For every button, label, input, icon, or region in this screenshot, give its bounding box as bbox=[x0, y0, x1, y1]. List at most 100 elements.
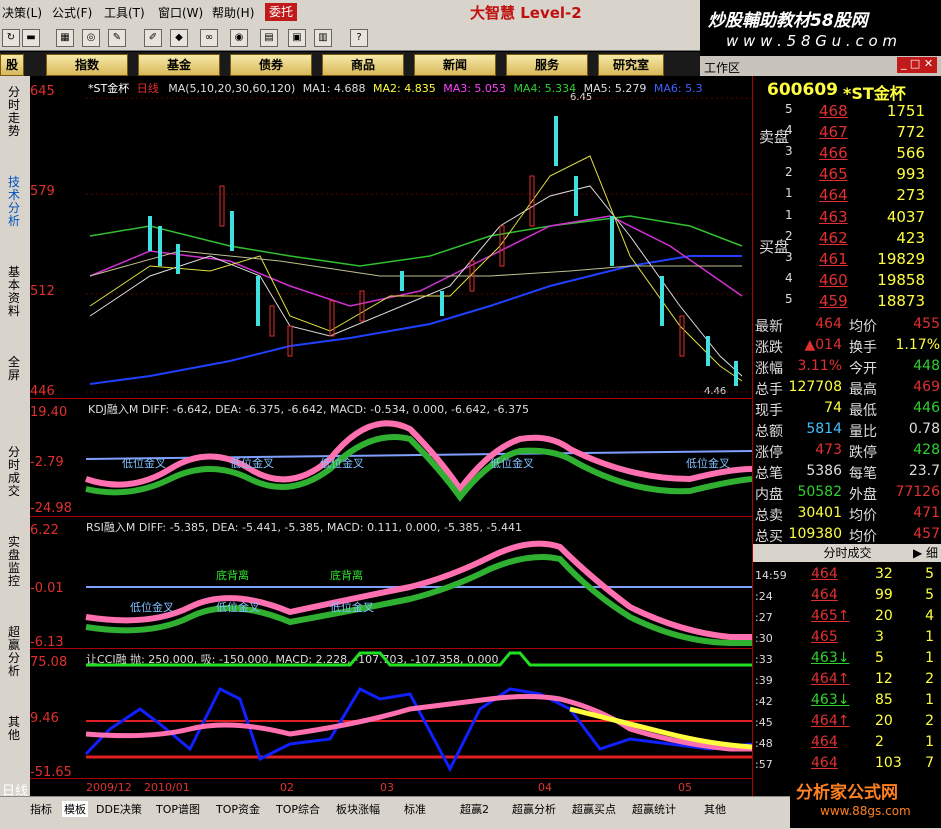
tab-ticks[interactable]: 分时成交 bbox=[8, 446, 22, 498]
btab-dde[interactable]: DDE决策 bbox=[96, 801, 142, 817]
btab-top-composite[interactable]: TOP综合 bbox=[276, 801, 320, 817]
tick-price: 464 bbox=[811, 755, 838, 771]
stat-row: 最新 464 均价 455 bbox=[753, 316, 941, 337]
btab-standard[interactable]: 标准 bbox=[404, 801, 426, 817]
btab-chaoying2[interactable]: 超赢2 bbox=[460, 801, 489, 817]
candle bbox=[554, 116, 558, 166]
tab-fundamental[interactable]: 基本资料 bbox=[8, 266, 22, 318]
tab-technical[interactable]: 技术分析 bbox=[8, 176, 22, 228]
tick-row[interactable]: :27 465↑ 20 4 bbox=[753, 608, 941, 629]
nav-fund[interactable]: 基金 bbox=[138, 54, 220, 76]
window-icon[interactable]: ▣ bbox=[288, 29, 306, 47]
chart-area[interactable]: *ST金杯 日线 MA(5,10,20,30,60,120) MA1: 4.68… bbox=[30, 76, 752, 796]
orderbook-row[interactable]: 5 459 18873 bbox=[781, 292, 941, 313]
btab-indicator[interactable]: 指标 bbox=[30, 801, 52, 817]
tools-icon[interactable]: ✎ bbox=[108, 29, 126, 47]
kdj-panel[interactable]: KDJ融入M DIFF: -6.642, DEA: -6.375, -6.642… bbox=[30, 398, 752, 517]
nav-commodity[interactable]: 商品 bbox=[322, 54, 404, 76]
stat-row: 现手 74 最低 446 bbox=[753, 400, 941, 421]
nav-research[interactable]: 研究室 bbox=[598, 54, 664, 76]
ob-volume: 566 bbox=[896, 144, 925, 162]
refresh-icon[interactable]: ↻ bbox=[2, 29, 20, 47]
globe-icon[interactable]: ◉ bbox=[230, 29, 248, 47]
ob-volume: 19829 bbox=[877, 250, 925, 268]
link-icon[interactable]: ∞ bbox=[200, 29, 218, 47]
binoculars-icon[interactable]: ◎ bbox=[82, 29, 100, 47]
orderbook-row[interactable]: 3 466 566 bbox=[781, 144, 941, 165]
ob-volume: 4037 bbox=[886, 208, 925, 226]
stat-value: 448 bbox=[913, 358, 940, 374]
tick-row[interactable]: :42 463↓ 85 1 bbox=[753, 692, 941, 713]
btab-top-chart[interactable]: TOP谱图 bbox=[156, 801, 200, 817]
tick-row[interactable]: :57 464 103 7 bbox=[753, 755, 941, 776]
btab-top-fund[interactable]: TOP资金 bbox=[216, 801, 260, 817]
tab-other[interactable]: 其他 bbox=[8, 716, 22, 742]
btab-other[interactable]: 其他 bbox=[704, 801, 726, 817]
tick-row[interactable]: :45 464↑ 20 2 bbox=[753, 713, 941, 734]
tick-row[interactable]: :39 464↑ 12 2 bbox=[753, 671, 941, 692]
books-icon[interactable]: ▥ bbox=[314, 29, 332, 47]
tick-detail-button[interactable]: ▶ 细 bbox=[913, 544, 938, 562]
tab-monitor[interactable]: 实盘监控 bbox=[8, 536, 22, 588]
btab-template[interactable]: 模板 bbox=[62, 801, 88, 817]
workspace-bar: 工作区 _ □ ✕ bbox=[700, 56, 941, 76]
tick-count: 7 bbox=[925, 755, 934, 771]
tick-volume: 20 bbox=[875, 608, 893, 624]
tab-fullscreen[interactable]: 全屏 bbox=[8, 356, 22, 382]
stat-value: 50582 bbox=[797, 484, 842, 500]
tick-row[interactable]: :24 464 99 5 bbox=[753, 587, 941, 608]
btab-chaoying-buy[interactable]: 超赢买点 bbox=[572, 801, 616, 817]
tick-row[interactable]: :48 464 2 1 bbox=[753, 734, 941, 755]
menu-tools[interactable]: 工具(T) bbox=[104, 4, 145, 21]
orderbook-row[interactable]: 3 461 19829 bbox=[781, 250, 941, 271]
nav-stock[interactable]: 股 bbox=[0, 54, 24, 76]
tick-row[interactable]: 14:59 464 32 5 bbox=[753, 566, 941, 587]
diamond-icon[interactable]: ◆ bbox=[170, 29, 188, 47]
orderbook-row[interactable]: 5 468 1751 bbox=[781, 102, 941, 123]
tab-intraday[interactable]: 分时走势 bbox=[8, 86, 22, 138]
date-label: 05 bbox=[678, 781, 692, 794]
window-controls[interactable]: _ □ ✕ bbox=[897, 57, 937, 73]
btab-sector[interactable]: 板块涨幅 bbox=[336, 801, 380, 817]
stat-value: 30401 bbox=[797, 505, 842, 521]
btab-chaoying-stats[interactable]: 超赢统计 bbox=[632, 801, 676, 817]
orderbook-row[interactable]: 1 463 4037 bbox=[781, 208, 941, 229]
document-icon[interactable]: ▤ bbox=[260, 29, 278, 47]
orderbook-row[interactable]: 4 460 19858 bbox=[781, 271, 941, 292]
menu-decision[interactable]: 决策(L) bbox=[2, 4, 42, 21]
price-panel[interactable]: *ST金杯 日线 MA(5,10,20,30,60,120) MA1: 4.68… bbox=[30, 76, 752, 399]
tick-row[interactable]: :33 463↓ 5 1 bbox=[753, 650, 941, 671]
help-icon[interactable]: ? bbox=[350, 29, 368, 47]
tick-time: :33 bbox=[755, 653, 773, 666]
btab-chaoying-analysis[interactable]: 超赢分析 bbox=[512, 801, 556, 817]
cci-panel[interactable]: 让CCI融 抛: 250.000, 吸: -150.000, MACD: 2.2… bbox=[30, 648, 752, 780]
orderbook-row[interactable]: 2 465 993 bbox=[781, 165, 941, 186]
tick-time: :45 bbox=[755, 716, 773, 729]
chart-icon[interactable]: ▦ bbox=[56, 29, 74, 47]
menu-formula[interactable]: 公式(F) bbox=[52, 4, 92, 21]
candle bbox=[610, 216, 614, 266]
tab-chaoying[interactable]: 超赢分析 bbox=[8, 626, 22, 678]
rsi-panel[interactable]: RSI融入M DIFF: -5.385, DEA: -5.441, -5.385… bbox=[30, 516, 752, 650]
menu-help[interactable]: 帮助(H) bbox=[212, 4, 254, 21]
nav-index[interactable]: 指数 bbox=[46, 54, 128, 76]
tick-row[interactable]: :30 465 3 1 bbox=[753, 629, 941, 650]
menu-window[interactable]: 窗口(W) bbox=[158, 4, 203, 21]
ob-volume: 423 bbox=[896, 229, 925, 247]
orderbook-row[interactable]: 1 464 273 bbox=[781, 186, 941, 207]
stat-label: 均价 bbox=[849, 529, 877, 545]
trade-button[interactable]: 委托 bbox=[265, 3, 297, 21]
nav-bond[interactable]: 债券 bbox=[230, 54, 312, 76]
nav-news[interactable]: 新闻 bbox=[414, 54, 496, 76]
orderbook-row[interactable]: 4 467 772 bbox=[781, 123, 941, 144]
pen-icon[interactable]: ✐ bbox=[144, 29, 162, 47]
tick-list-header[interactable]: 分时成交 ▶ 细 bbox=[753, 544, 941, 562]
stat-label: 总卖 bbox=[755, 508, 783, 524]
orderbook-row[interactable]: 2 462 423 bbox=[781, 229, 941, 250]
stat-label: 最高 bbox=[849, 382, 877, 398]
ma-yellow bbox=[89, 155, 743, 382]
flag-icon[interactable]: ▬ bbox=[22, 29, 40, 47]
nav-service[interactable]: 服务 bbox=[506, 54, 588, 76]
ob-price: 462 bbox=[819, 229, 848, 247]
ma-green bbox=[89, 215, 743, 267]
